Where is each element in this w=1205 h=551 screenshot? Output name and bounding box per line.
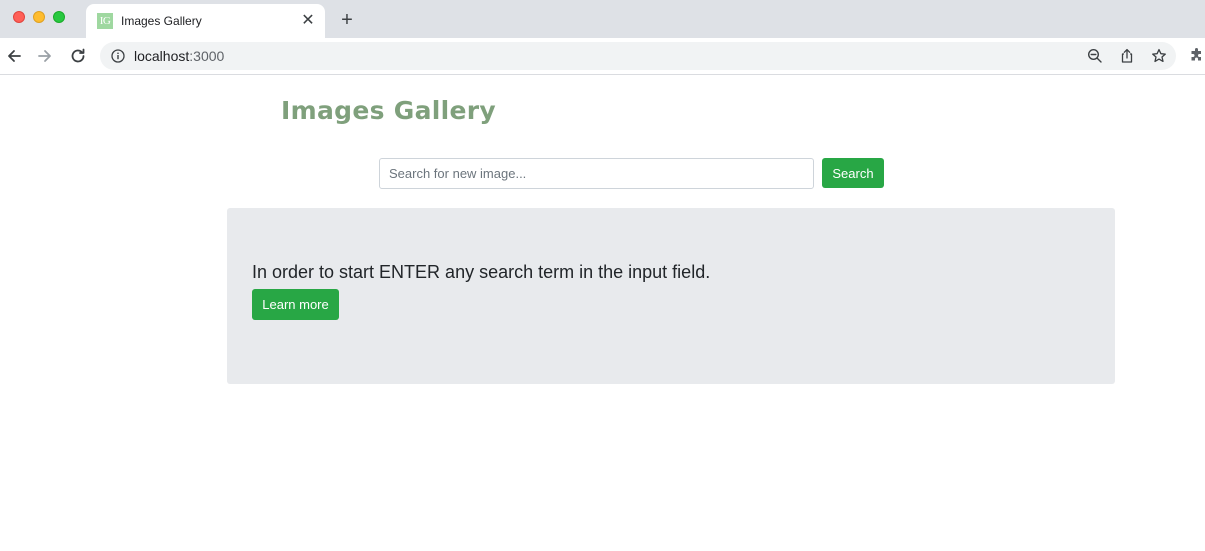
extensions-icon[interactable] [1189,47,1205,63]
info-icon[interactable] [111,49,125,63]
maximize-window-button[interactable] [53,11,65,23]
minimize-window-button[interactable] [33,11,45,23]
url-port: :3000 [189,48,225,64]
search-input[interactable] [379,158,814,189]
bookmark-star-icon[interactable] [1151,48,1167,64]
learn-more-button[interactable]: Learn more [252,289,339,320]
url-host: localhost [134,48,190,64]
welcome-panel: In order to start ENTER any search term … [227,208,1115,384]
browser-toolbar: localhost:3000 [0,38,1205,75]
tab-title: Images Gallery [121,14,202,28]
zoom-out-icon[interactable] [1087,48,1103,64]
reload-icon[interactable] [68,46,88,66]
favicon-icon: IG [97,13,113,29]
back-icon[interactable] [4,46,24,66]
browser-tab[interactable]: IG Images Gallery ✕ [86,4,325,38]
share-icon[interactable] [1119,48,1135,64]
search-button[interactable]: Search [822,158,884,188]
new-tab-icon[interactable]: + [337,10,357,30]
browser-tab-strip: IG Images Gallery ✕ + [0,0,1205,38]
tab-close-icon[interactable]: ✕ [299,12,317,30]
url-text[interactable]: localhost:3000 [134,48,224,64]
welcome-message: In order to start ENTER any search term … [252,262,711,282]
forward-icon[interactable] [35,46,55,66]
close-window-button[interactable] [13,11,25,23]
address-bar[interactable]: localhost:3000 [100,42,1176,70]
brand-title[interactable]: Images Gallery [281,96,496,125]
